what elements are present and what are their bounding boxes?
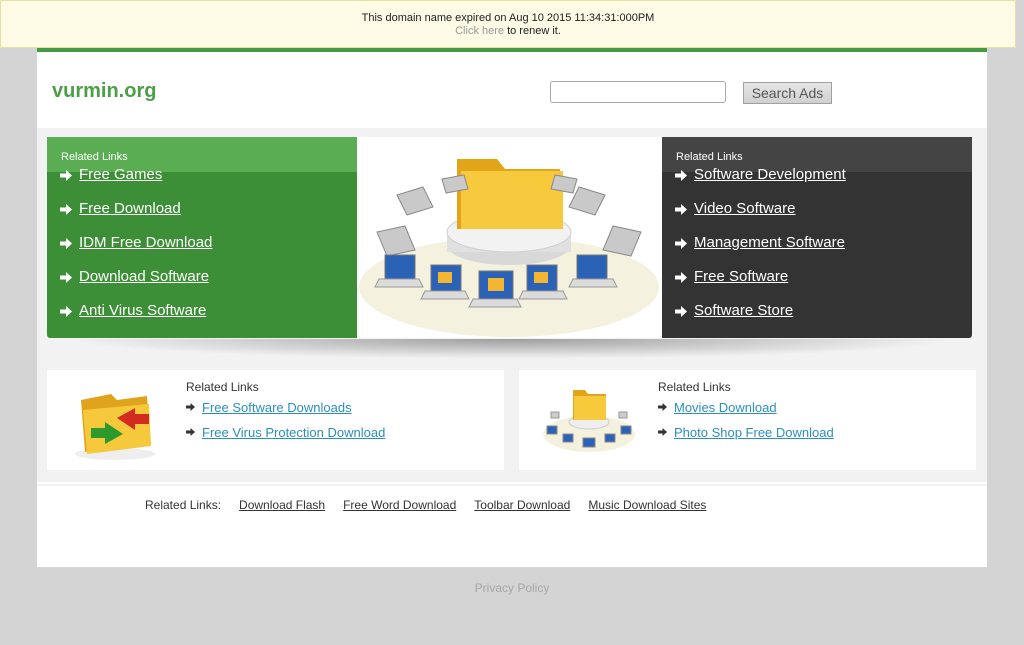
panel-link[interactable]: Software Development <box>694 166 846 183</box>
page-container: vurmin.org Search Ads Related Links Free… <box>37 48 987 567</box>
footer-link[interactable]: Free Word Download <box>343 498 456 512</box>
footer-related-links: Related Links: Download Flash Free Word … <box>145 498 706 512</box>
separator <box>37 482 987 484</box>
folder-sync-image <box>67 382 167 462</box>
arrow-bullet-icon <box>675 238 687 249</box>
panel-link-item: Free Games <box>47 166 357 200</box>
arrow-bullet-icon <box>675 306 687 317</box>
arrow-bullet-icon <box>60 272 72 283</box>
folder-network-image <box>357 137 662 338</box>
arrow-bullet-icon <box>675 272 687 283</box>
arrow-bullet-icon <box>60 170 72 181</box>
related-links-box-right: Related Links Movies Download Photo Shop… <box>519 370 976 470</box>
related-links-panel-dark: Related Links Software Development Video… <box>662 137 972 338</box>
panel-link-item: Anti Virus Software <box>47 302 357 336</box>
box-link[interactable]: Free Software Downloads <box>202 400 352 415</box>
panel-link[interactable]: Software Store <box>694 302 793 319</box>
site-logo[interactable]: vurmin.org <box>52 80 156 103</box>
panel-link-item: Video Software <box>662 200 972 234</box>
panel-link-item: Free Download <box>47 200 357 234</box>
panel-link-item: IDM Free Download <box>47 234 357 268</box>
box-link[interactable]: Movies Download <box>674 400 777 415</box>
panel-link[interactable]: Free Games <box>79 166 162 183</box>
panel-link-item: Download Software <box>47 268 357 302</box>
arrow-bullet-icon <box>658 403 667 411</box>
arrow-bullet-icon <box>60 306 72 317</box>
expiry-message: This domain name expired on Aug 10 2015 … <box>361 12 655 24</box>
renew-link[interactable]: Click here <box>455 25 504 37</box>
panel-link[interactable]: Free Download <box>79 200 181 217</box>
footer-label: Related Links: <box>145 498 222 512</box>
box-link[interactable]: Photo Shop Free Download <box>674 425 834 440</box>
search-ads-button[interactable]: Search Ads <box>743 82 832 104</box>
panel-link[interactable]: Download Software <box>79 268 209 285</box>
panel-link-item: Software Development <box>662 166 972 200</box>
arrow-bullet-icon <box>186 428 195 436</box>
search-input[interactable] <box>550 81 726 103</box>
related-links-panel-green: Related Links Free Games Free Download I… <box>47 137 357 338</box>
panel-link-list: Software Development Video Software Mana… <box>662 166 972 336</box>
panel-shadow <box>67 339 957 359</box>
box-link-list: Movies Download Photo Shop Free Download <box>658 400 834 450</box>
arrow-bullet-icon <box>675 204 687 215</box>
arrow-bullet-icon <box>60 238 72 249</box>
box-link-item: Photo Shop Free Download <box>658 425 834 450</box>
panel-link[interactable]: Free Software <box>694 268 788 285</box>
box-heading: Related Links <box>658 380 731 394</box>
panel-link[interactable]: Video Software <box>694 200 795 217</box>
panel-link[interactable]: Anti Virus Software <box>79 302 206 319</box>
panel-link[interactable]: Management Software <box>694 234 845 251</box>
arrow-bullet-icon <box>186 403 195 411</box>
box-link-item: Movies Download <box>658 400 834 425</box>
box-link-item: Free Software Downloads <box>186 400 385 425</box>
box-link[interactable]: Free Virus Protection Download <box>202 425 385 440</box>
renew-line: Click here to renew it. <box>1 25 1015 37</box>
box-heading: Related Links <box>186 380 259 394</box>
box-link-item: Free Virus Protection Download <box>186 425 385 450</box>
panel-link-item: Free Software <box>662 268 972 302</box>
folder-network-small-image <box>539 382 639 462</box>
panel-link[interactable]: IDM Free Download <box>79 234 212 251</box>
renew-suffix: to renew it. <box>504 25 561 37</box>
header: vurmin.org Search Ads <box>37 52 987 128</box>
panel-link-item: Management Software <box>662 234 972 268</box>
footer-link[interactable]: Music Download Sites <box>588 498 706 512</box>
footer: Related Links: Download Flash Free Word … <box>37 486 987 567</box>
box-link-list: Free Software Downloads Free Virus Prote… <box>186 400 385 450</box>
panel-link-item: Software Store <box>662 302 972 336</box>
arrow-bullet-icon <box>675 170 687 181</box>
expiry-notice-bar: This domain name expired on Aug 10 2015 … <box>0 0 1016 48</box>
related-links-box-left: Related Links Free Software Downloads Fr… <box>47 370 504 470</box>
panel-link-list: Free Games Free Download IDM Free Downlo… <box>47 166 357 336</box>
footer-link[interactable]: Download Flash <box>239 498 325 512</box>
arrow-bullet-icon <box>60 204 72 215</box>
arrow-bullet-icon <box>658 428 667 436</box>
privacy-policy-link[interactable]: Privacy Policy <box>0 581 1024 595</box>
footer-link[interactable]: Toolbar Download <box>474 498 570 512</box>
